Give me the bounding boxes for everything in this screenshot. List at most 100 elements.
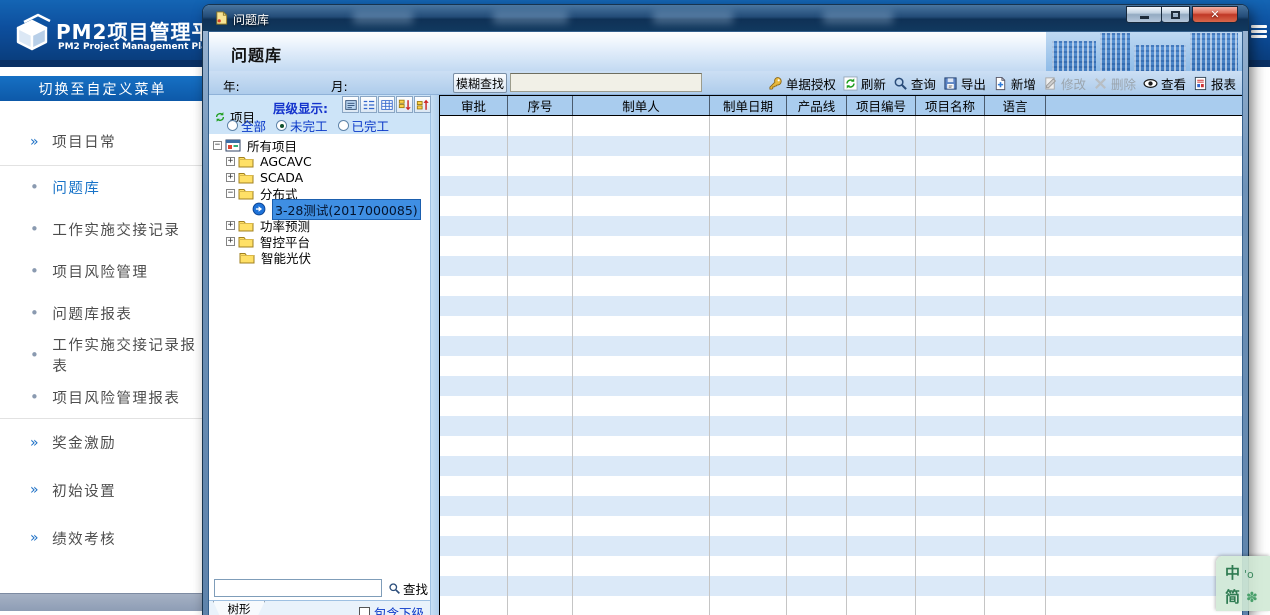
table-row[interactable] <box>440 476 1242 496</box>
sort-descending-icon[interactable] <box>396 96 413 113</box>
table-row[interactable] <box>440 136 1242 156</box>
view-card-icon[interactable] <box>342 96 359 113</box>
menu-label: 奖金激励 <box>52 432 116 453</box>
table-row[interactable] <box>440 576 1242 596</box>
table-row[interactable] <box>440 276 1242 296</box>
table-row[interactable] <box>440 156 1242 176</box>
table-row[interactable] <box>440 496 1242 516</box>
minimize-button[interactable] <box>1126 6 1162 23</box>
column-header-1[interactable]: 序号 <box>508 96 573 115</box>
radio-0[interactable] <box>227 120 238 131</box>
tree-search-input[interactable] <box>214 579 382 597</box>
radio-label[interactable]: 全部 <box>241 116 266 135</box>
sidebar-item-3[interactable]: •项目风险管理 <box>0 250 205 292</box>
collapse-icon[interactable]: − <box>213 141 222 150</box>
table-row[interactable] <box>440 516 1242 536</box>
sidebar-group-8[interactable]: »初始设置 <box>0 466 205 514</box>
table-row[interactable] <box>440 396 1242 416</box>
include-sublevel-checkbox[interactable]: 包含下级 <box>359 603 424 615</box>
column-header-6[interactable]: 项目名称 <box>916 96 985 115</box>
sort-ascending-icon[interactable] <box>414 96 431 113</box>
toolbar-button-refresh[interactable]: 刷新 <box>843 74 886 93</box>
toolbar-button-label: 查询 <box>911 74 936 93</box>
tree-node[interactable]: + AGCAVC <box>213 153 430 169</box>
table-row[interactable] <box>440 116 1242 136</box>
toolbar-button-add-doc[interactable]: 新增 <box>993 74 1036 93</box>
sidebar-item-1[interactable]: •问题库 <box>0 166 205 208</box>
tab-tree-view[interactable]: 树形 <box>213 601 265 615</box>
radio-2[interactable] <box>338 120 349 131</box>
tree-node-label[interactable]: 所有项目 <box>247 136 297 155</box>
tree-node[interactable]: + SCADA <box>213 169 430 185</box>
switch-menu-button[interactable]: 切换至自定义菜单 <box>0 76 205 101</box>
table-row[interactable] <box>440 416 1242 436</box>
toolbar-button-export[interactable]: 导出 <box>943 74 986 93</box>
radio-label[interactable]: 已完工 <box>352 116 390 135</box>
sidebar-item-6[interactable]: •项目风险管理报表 <box>0 376 205 418</box>
table-gridline <box>709 116 710 615</box>
table-row[interactable] <box>440 596 1242 615</box>
view-grid-icon[interactable] <box>378 96 395 113</box>
maximize-button[interactable] <box>1162 6 1190 23</box>
table-row[interactable] <box>440 456 1242 476</box>
tree-node[interactable]: − 所有项目 <box>213 137 430 153</box>
table-row[interactable] <box>440 296 1242 316</box>
tree-node-label[interactable]: AGCAVC <box>260 154 312 169</box>
sidebar-item-5[interactable]: •工作实施交接记录报表 <box>0 334 205 376</box>
column-header-3[interactable]: 制单日期 <box>710 96 787 115</box>
table-row[interactable] <box>440 236 1242 256</box>
toolbar-button-report[interactable]: 报表 <box>1193 74 1236 93</box>
column-header-5[interactable]: 项目编号 <box>847 96 916 115</box>
radio-1-checked[interactable] <box>276 120 287 131</box>
tree-node[interactable]: +智控平台 <box>213 233 430 249</box>
table-row[interactable] <box>440 216 1242 236</box>
table-row[interactable] <box>440 356 1242 376</box>
window-titlebar[interactable]: 问题库 ✕ <box>203 5 1248 31</box>
sidebar-item-2[interactable]: •工作实施交接记录 <box>0 208 205 250</box>
tree-search-button[interactable]: 查找 <box>403 579 428 598</box>
tree-node-label[interactable]: 智能光伏 <box>261 248 311 267</box>
table-row[interactable] <box>440 536 1242 556</box>
toolbar-button-key[interactable]: 单据授权 <box>768 74 836 93</box>
table-row[interactable] <box>440 376 1242 396</box>
table-row[interactable] <box>440 176 1242 196</box>
table-row[interactable] <box>440 196 1242 216</box>
filter-toolbar: 年: 月: 模糊查找 单据授权刷新查询导出新增修改删除查看报表 <box>209 71 1242 95</box>
sidebar-group-7[interactable]: »奖金激励 <box>0 418 205 466</box>
expand-icon[interactable]: + <box>226 237 235 246</box>
fuzzy-search-input[interactable] <box>510 73 702 92</box>
tree-node[interactable]: 智能光伏 <box>213 249 430 265</box>
table-row[interactable] <box>440 436 1242 456</box>
fuzzy-search-button[interactable]: 模糊查找 <box>453 73 507 93</box>
toolbar-button-eye[interactable]: 查看 <box>1143 74 1186 93</box>
folder-icon <box>239 251 258 264</box>
table-row[interactable] <box>440 336 1242 356</box>
chevron-right-icon: » <box>30 134 40 150</box>
expand-icon[interactable]: + <box>226 221 235 230</box>
table-gridline <box>915 116 916 615</box>
cube-logo-icon <box>10 10 52 56</box>
hamburger-icon[interactable] <box>1251 25 1267 37</box>
table-row[interactable] <box>440 316 1242 336</box>
column-header-0[interactable]: 审批 <box>440 96 508 115</box>
radio-label[interactable]: 未完工 <box>290 116 328 135</box>
expand-icon[interactable]: + <box>226 173 235 182</box>
close-button[interactable]: ✕ <box>1192 6 1238 23</box>
collapse-icon[interactable]: − <box>226 189 235 198</box>
column-header-7[interactable]: 语言 <box>985 96 1046 115</box>
sidebar-group-0[interactable]: »项目日常 <box>0 118 205 166</box>
sidebar-item-4[interactable]: •问题库报表 <box>0 292 205 334</box>
ime-indicator[interactable]: 中'o 简✽ <box>1216 556 1270 611</box>
view-list-icon[interactable] <box>360 96 377 113</box>
toolbar-button-search[interactable]: 查询 <box>893 74 936 93</box>
tree-node[interactable]: 3-28测试(2017000085) <box>213 201 430 217</box>
table-row[interactable] <box>440 256 1242 276</box>
tree-node-label[interactable]: SCADA <box>260 170 303 185</box>
column-header-2[interactable]: 制单人 <box>573 96 710 115</box>
column-header-4[interactable]: 产品线 <box>787 96 847 115</box>
panel-splitter[interactable] <box>431 95 439 615</box>
table-row[interactable] <box>440 556 1242 576</box>
expand-icon[interactable]: + <box>226 157 235 166</box>
checkbox-icon[interactable] <box>359 607 370 615</box>
sidebar-group-9[interactable]: »绩效考核 <box>0 514 205 562</box>
